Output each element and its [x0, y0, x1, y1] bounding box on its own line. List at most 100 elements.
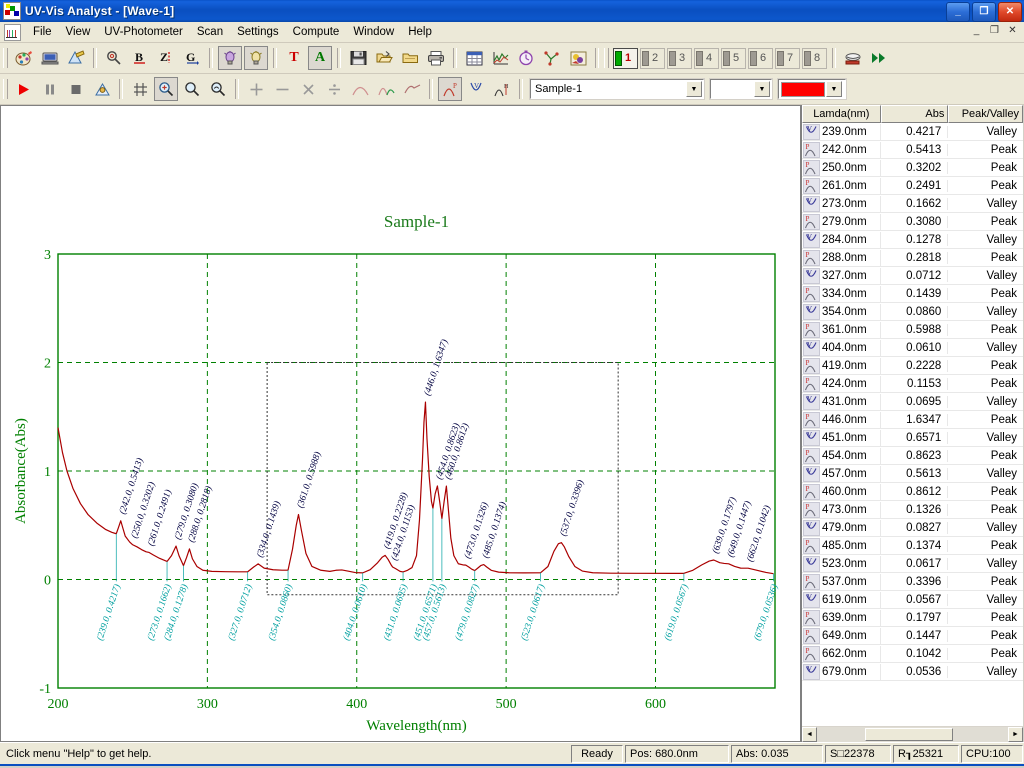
sample-select[interactable]: Sample-1 ▼ [529, 78, 705, 100]
table-row[interactable]: P 424.0nm 0.1153 Peak [802, 375, 1023, 393]
zoom-reset-button[interactable] [206, 77, 230, 101]
channel-5-button[interactable]: 5 [721, 47, 746, 69]
minimize-button[interactable]: _ [946, 2, 970, 22]
column-header-peakvalley[interactable]: Peak/Valley [948, 105, 1023, 123]
instrument-connect-icon[interactable] [38, 46, 62, 70]
add-button[interactable] [244, 77, 268, 101]
menu-help[interactable]: Help [401, 24, 439, 40]
chevron-down-icon-3[interactable]: ▼ [826, 81, 842, 97]
menu-scan[interactable]: Scan [190, 24, 230, 40]
peak-height-button[interactable]: H [490, 77, 514, 101]
scroll-right-button[interactable]: ► [1008, 727, 1023, 742]
secondary-select[interactable]: ▼ [709, 78, 773, 100]
data-table-icon[interactable] [462, 46, 486, 70]
subtract-button[interactable] [270, 77, 294, 101]
analysis-toolbar-grip[interactable] [3, 79, 8, 99]
mdi-minimize-button[interactable]: _ [969, 24, 984, 38]
zoom-in-button[interactable] [154, 77, 178, 101]
menu-uv-photometer[interactable]: UV-Photometer [97, 24, 190, 40]
scroll-left-button[interactable]: ◄ [802, 727, 817, 742]
menu-settings[interactable]: Settings [230, 24, 286, 40]
table-row[interactable]: P 250.0nm 0.3202 Peak [802, 159, 1023, 177]
timer-icon[interactable] [514, 46, 538, 70]
spectrum-trace[interactable] [57, 401, 774, 575]
restore-button[interactable]: ❐ [972, 2, 996, 22]
table-horizontal-scrollbar[interactable]: ◄ ► [802, 726, 1023, 742]
channel-8-button[interactable]: 8 [802, 47, 827, 69]
table-row[interactable]: P 334.0nm 0.1439 Peak [802, 285, 1023, 303]
channel-6-button[interactable]: 6 [748, 47, 773, 69]
stop-button[interactable] [64, 77, 88, 101]
run-button[interactable] [12, 77, 36, 101]
color-analysis-icon[interactable] [566, 46, 590, 70]
table-row[interactable]: P 662.0nm 0.1042 Peak [802, 645, 1023, 663]
channel-7-button[interactable]: 7 [775, 47, 800, 69]
spectrum-chart-pane[interactable]: Sample-1 -1 0 1 2 3 200 300 400 500 600 Wavelength(… [0, 105, 801, 742]
table-row[interactable]: V 284.0nm 0.1278 Valley [802, 231, 1023, 249]
mdi-close-button[interactable]: ✕ [1005, 24, 1020, 38]
table-row[interactable]: P 242.0nm 0.5413 Peak [802, 141, 1023, 159]
chevron-down-icon[interactable]: ▼ [686, 81, 702, 97]
wavelength-calibration-icon[interactable] [102, 46, 126, 70]
menu-file[interactable]: File [26, 24, 59, 40]
table-row[interactable]: P 485.0nm 0.1374 Peak [802, 537, 1023, 555]
scroll-track[interactable] [817, 727, 1008, 742]
deuterium-lamp-icon[interactable] [218, 46, 242, 70]
channel-4-button[interactable]: 4 [694, 47, 719, 69]
cell-changer-icon[interactable] [841, 46, 865, 70]
print-icon[interactable] [424, 46, 448, 70]
table-row[interactable]: V 327.0nm 0.0712 Valley [802, 267, 1023, 285]
scan-setup-button[interactable] [90, 77, 114, 101]
table-row[interactable]: P 639.0nm 0.1797 Peak [802, 609, 1023, 627]
absorbance-a-icon[interactable]: A [308, 46, 332, 70]
table-row[interactable]: P 460.0nm 0.8612 Peak [802, 483, 1023, 501]
multi-point-icon[interactable] [540, 46, 564, 70]
channel-2-button[interactable]: 2 [640, 47, 665, 69]
smooth-button[interactable] [348, 77, 372, 101]
scroll-thumb[interactable] [865, 728, 953, 741]
save-icon[interactable] [346, 46, 370, 70]
table-row[interactable]: P 419.0nm 0.2228 Peak [802, 357, 1023, 375]
divide-button[interactable] [322, 77, 346, 101]
table-row[interactable]: V 457.0nm 0.5613 Valley [802, 465, 1023, 483]
toolbar-grip[interactable] [3, 48, 8, 68]
table-row[interactable]: V 523.0nm 0.0617 Valley [802, 555, 1023, 573]
table-row[interactable]: V 431.0nm 0.0695 Valley [802, 393, 1023, 411]
valley-pick-button[interactable]: V [464, 77, 488, 101]
table-row[interactable]: V 239.0nm 0.4217 Valley [802, 123, 1023, 141]
folder-icon[interactable] [398, 46, 422, 70]
table-row[interactable]: P 473.0nm 0.1326 Peak [802, 501, 1023, 519]
table-row[interactable]: P 288.0nm 0.2818 Peak [802, 249, 1023, 267]
column-header-abs[interactable]: Abs [880, 105, 949, 123]
table-row[interactable]: V 273.0nm 0.1662 Valley [802, 195, 1023, 213]
menu-view[interactable]: View [59, 24, 98, 40]
baseline-correct-button[interactable] [400, 77, 424, 101]
grid-toggle-button[interactable] [128, 77, 152, 101]
menu-compute[interactable]: Compute [286, 24, 347, 40]
peak-pick-button[interactable]: P [438, 77, 462, 101]
derivative-button[interactable] [374, 77, 398, 101]
measure-sample-icon[interactable] [64, 46, 88, 70]
spectrum-chart[interactable]: Sample-1 -1 0 1 2 3 200 300 400 500 600 Wavelength(… [1, 106, 800, 741]
column-header-lamda[interactable]: Lamda(nm) [802, 105, 881, 123]
zero-z-icon[interactable]: Z [154, 46, 178, 70]
table-row[interactable]: V 479.0nm 0.0827 Valley [802, 519, 1023, 537]
table-row[interactable]: V 404.0nm 0.0610 Valley [802, 339, 1023, 357]
zoom-out-button[interactable] [180, 77, 204, 101]
table-row[interactable]: V 354.0nm 0.0860 Valley [802, 303, 1023, 321]
next-icon[interactable] [867, 46, 891, 70]
close-button[interactable]: ✕ [998, 2, 1022, 22]
channel-3-button[interactable]: 3 [667, 47, 692, 69]
channel-1-button[interactable]: 1 [613, 47, 638, 69]
multiply-button[interactable] [296, 77, 320, 101]
palette-icon[interactable] [12, 46, 36, 70]
mdi-restore-button[interactable]: ❐ [987, 24, 1002, 38]
table-row[interactable]: V 451.0nm 0.6571 Valley [802, 429, 1023, 447]
table-row[interactable]: P 261.0nm 0.2491 Peak [802, 177, 1023, 195]
table-row[interactable]: P 446.0nm 1.6347 Peak [802, 411, 1023, 429]
gain-g-icon[interactable]: G [180, 46, 204, 70]
transmittance-t-icon[interactable]: T [282, 46, 306, 70]
open-icon[interactable] [372, 46, 396, 70]
table-row[interactable]: V 619.0nm 0.0567 Valley [802, 591, 1023, 609]
table-row[interactable]: P 361.0nm 0.5988 Peak [802, 321, 1023, 339]
